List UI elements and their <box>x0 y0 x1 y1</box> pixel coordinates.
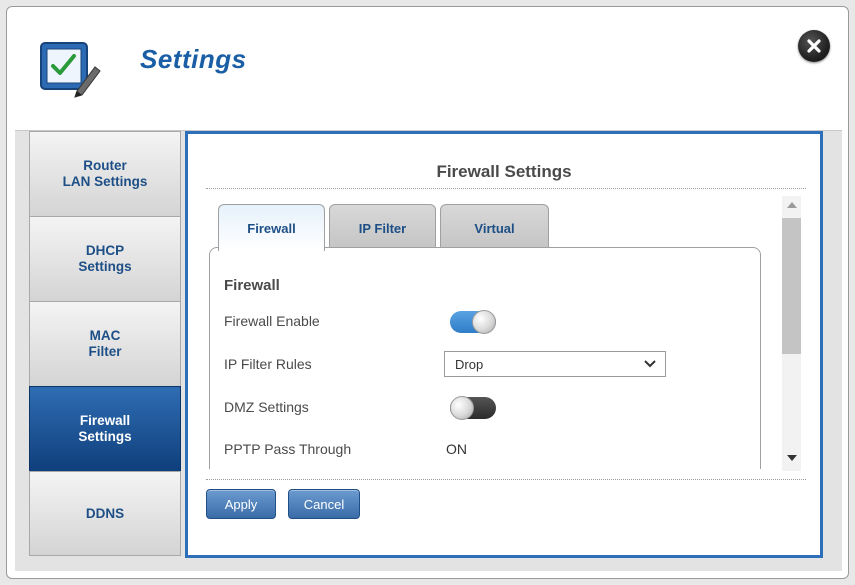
dialog-header: Settings <box>7 7 848 127</box>
tab-virtual[interactable]: Virtual <box>440 204 549 250</box>
toggle-knob <box>450 396 474 420</box>
sidebar-item-router-lan-settings[interactable]: Router LAN Settings <box>29 131 181 216</box>
pptp-pass-through-label: PPTP Pass Through <box>224 441 352 457</box>
close-button[interactable] <box>798 30 830 62</box>
chevron-down-icon <box>644 360 656 368</box>
ip-filter-rules-label: IP Filter Rules <box>224 356 312 372</box>
dmz-settings-toggle[interactable] <box>450 396 496 420</box>
divider <box>206 479 806 480</box>
pptp-pass-through-value: ON <box>446 441 467 457</box>
sidebar-nav: Router LAN Settings DHCP Settings MAC Fi… <box>29 131 181 556</box>
apply-button[interactable]: Apply <box>206 489 276 519</box>
tab-firewall[interactable]: Firewall <box>218 204 325 251</box>
ip-filter-rules-value: Drop <box>455 357 484 372</box>
sidebar-item-dhcp-settings[interactable]: DHCP Settings <box>29 216 181 301</box>
sidebar-item-firewall-settings[interactable]: Firewall Settings <box>29 386 181 471</box>
section-title: Firewall <box>224 277 280 294</box>
vertical-scrollbar[interactable] <box>782 196 801 471</box>
page-title: Settings <box>140 44 247 74</box>
panel-title: Firewall Settings <box>436 162 572 181</box>
firewall-enable-label: Firewall Enable <box>224 313 320 329</box>
close-icon <box>807 39 821 53</box>
cancel-button[interactable]: Cancel <box>288 489 360 519</box>
firewall-settings-panel: Firewall Settings Firewall IP Filter Vir… <box>185 131 823 558</box>
divider <box>206 188 806 189</box>
tab-ip-filter[interactable]: IP Filter <box>329 204 436 250</box>
firewall-enable-toggle[interactable] <box>450 310 496 334</box>
toggle-knob <box>472 310 496 334</box>
dmz-settings-label: DMZ Settings <box>224 399 309 415</box>
tab-content: Firewall Firewall Enable IP Filter Rules… <box>209 247 761 469</box>
scroll-thumb[interactable] <box>782 218 801 354</box>
scroll-down-arrow-icon[interactable] <box>787 455 797 461</box>
ip-filter-rules-select[interactable]: Drop <box>444 351 666 377</box>
sidebar-item-ddns[interactable]: DDNS <box>29 471 181 556</box>
scroll-up-arrow-icon[interactable] <box>787 202 797 208</box>
sidebar-item-mac-filter[interactable]: MAC Filter <box>29 301 181 386</box>
settings-checklist-icon <box>37 37 101 101</box>
